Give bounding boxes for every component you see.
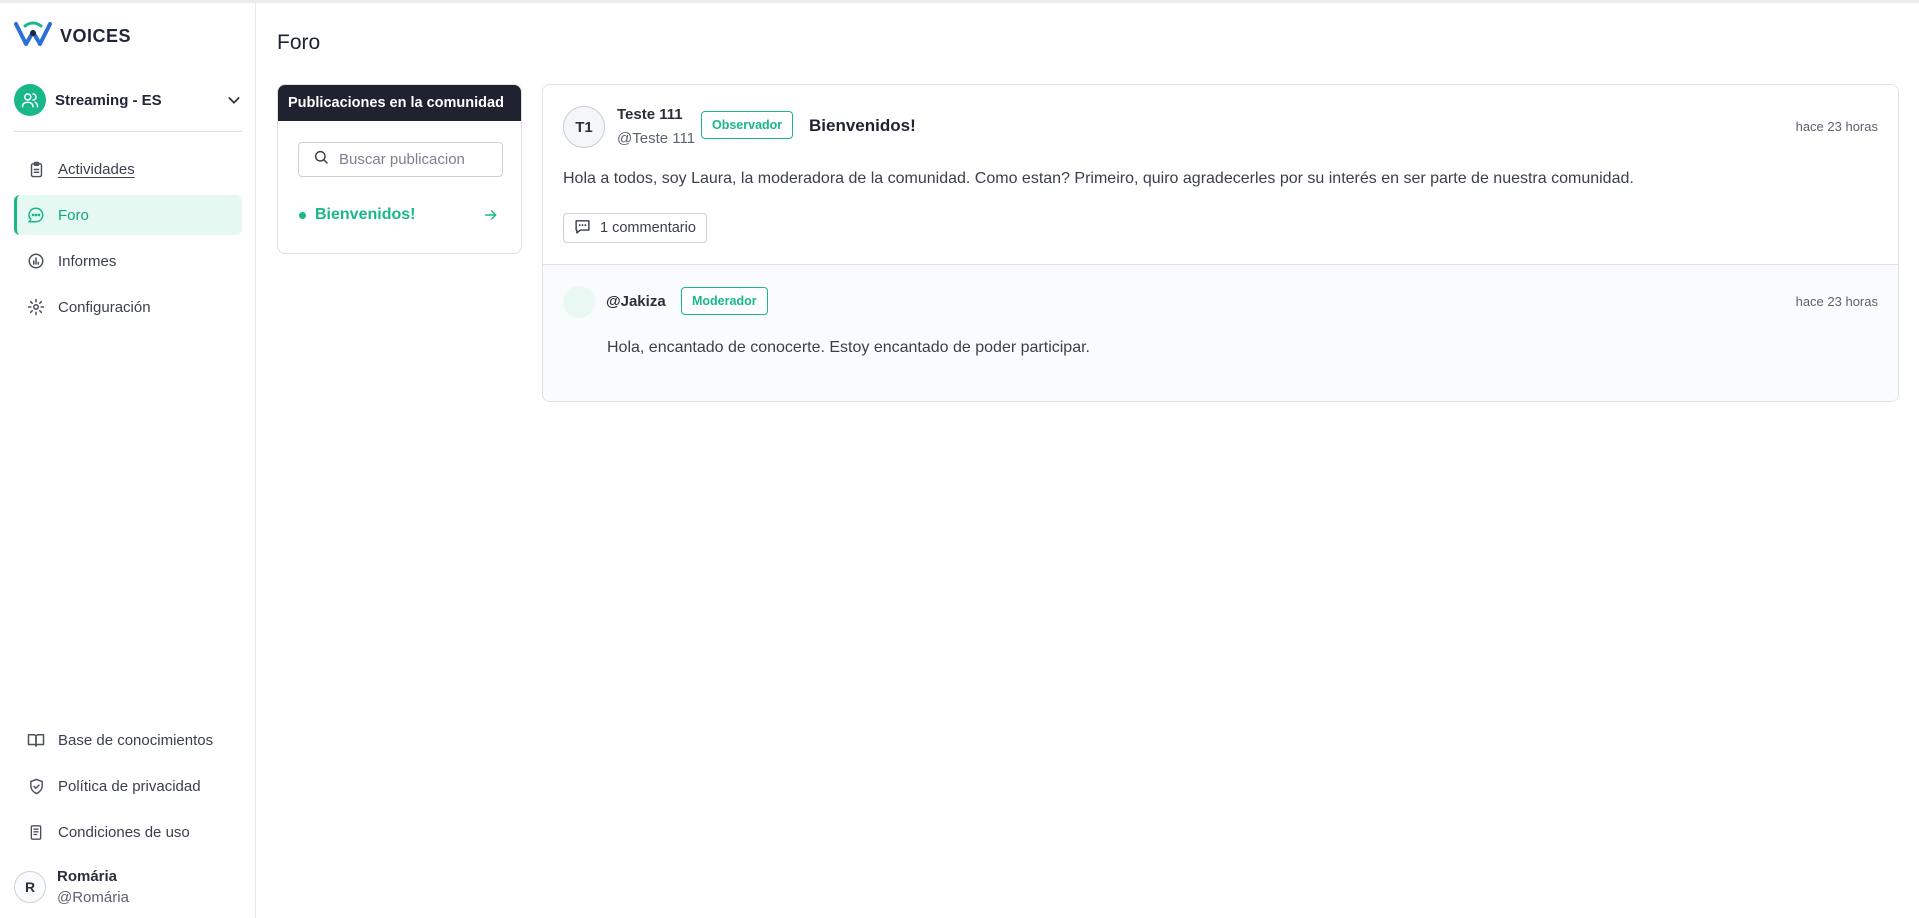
- link-base-conocimientos[interactable]: Base de conocimientos: [14, 720, 242, 760]
- footer-link-label: Base de conocimientos: [58, 731, 214, 749]
- avatar: R: [14, 871, 46, 903]
- document-icon: [27, 823, 45, 841]
- search-box[interactable]: [298, 142, 503, 177]
- arrow-right-icon[interactable]: [483, 207, 499, 228]
- users-icon: [14, 84, 46, 116]
- book-icon: [27, 731, 45, 749]
- avatar: T1: [563, 106, 605, 148]
- page-title: Foro: [277, 31, 321, 54]
- posts-panel: Publicaciones en la comunidad Bienvenido…: [277, 84, 522, 254]
- link-condiciones-uso[interactable]: Condiciones de uso: [14, 812, 242, 852]
- main-post: T1 Teste 111 @Teste 111 Observador Bienv…: [543, 85, 1898, 265]
- workspace-name: Streaming - ES: [55, 91, 162, 109]
- divider: [14, 131, 242, 132]
- sidebar: VOICES Streaming - ES Actividades Foro I…: [0, 3, 256, 918]
- gear-icon: [27, 298, 45, 316]
- reply-author-handle: @Jakiza: [606, 293, 666, 310]
- chat-bubble-icon: [27, 206, 45, 224]
- search-input[interactable]: [337, 150, 491, 169]
- post-list-item[interactable]: Bienvenidos!: [299, 203, 503, 227]
- posts-panel-header: Publicaciones en la comunidad: [278, 85, 521, 121]
- shield-icon: [27, 777, 45, 795]
- role-badge: Observador: [701, 111, 794, 139]
- author-name: Teste 111: [617, 106, 683, 123]
- reply-body: Hola, encantado de conocerte. Estoy enca…: [607, 339, 1090, 356]
- footer-link-label: Condiciones de uso: [58, 823, 190, 841]
- chart-circle-icon: [27, 252, 45, 270]
- workspace-selector[interactable]: Streaming - ES: [14, 83, 242, 117]
- top-border: [0, 0, 1919, 3]
- post-body: Hola a todos, soy Laura, la moderadora d…: [563, 170, 1634, 187]
- sidebar-item-configuracion[interactable]: Configuración: [14, 287, 242, 327]
- search-icon: [313, 149, 329, 170]
- brand-name: VOICES: [60, 26, 132, 46]
- post-timestamp: hace 23 horas: [1795, 119, 1878, 134]
- sidebar-item-label: Configuración: [58, 298, 151, 316]
- post-list-item-title: Bienvenidos!: [315, 206, 416, 223]
- sidebar-item-foro[interactable]: Foro: [14, 195, 242, 235]
- post-title: Bienvenidos!: [809, 116, 916, 135]
- reply-timestamp: hace 23 horas: [1795, 294, 1878, 309]
- thread-panel: T1 Teste 111 @Teste 111 Observador Bienv…: [542, 84, 1899, 402]
- footer-link-label: Política de privacidad: [58, 777, 201, 795]
- chevron-down-icon[interactable]: [226, 92, 242, 113]
- active-dot: [299, 211, 306, 219]
- author-handle: @Teste 111: [617, 130, 696, 147]
- comments-count: 1 commentario: [600, 220, 696, 236]
- link-politica-privacidad[interactable]: Política de privacidad: [14, 766, 242, 806]
- user-handle: @Romária: [57, 889, 129, 906]
- sidebar-item-informes[interactable]: Informes: [14, 241, 242, 281]
- avatar: [563, 286, 595, 318]
- logo[interactable]: VOICES: [14, 20, 131, 53]
- sidebar-item-label: Informes: [58, 252, 117, 270]
- sidebar-item-label: Actividades: [58, 160, 135, 178]
- user-name: Romária: [57, 868, 118, 885]
- comments-button[interactable]: 1 commentario: [563, 213, 707, 243]
- sidebar-item-label: Foro: [58, 206, 89, 224]
- comment-icon: [574, 218, 591, 239]
- sidebar-item-actividades[interactable]: Actividades: [14, 149, 242, 189]
- voices-logo-icon: [14, 20, 52, 53]
- clipboard-icon: [27, 160, 45, 178]
- role-badge: Moderador: [681, 287, 768, 315]
- reply-comment: @Jakiza Moderador hace 23 horas Hola, en…: [543, 265, 1898, 401]
- user-profile[interactable]: R Romária @Romária: [14, 866, 129, 908]
